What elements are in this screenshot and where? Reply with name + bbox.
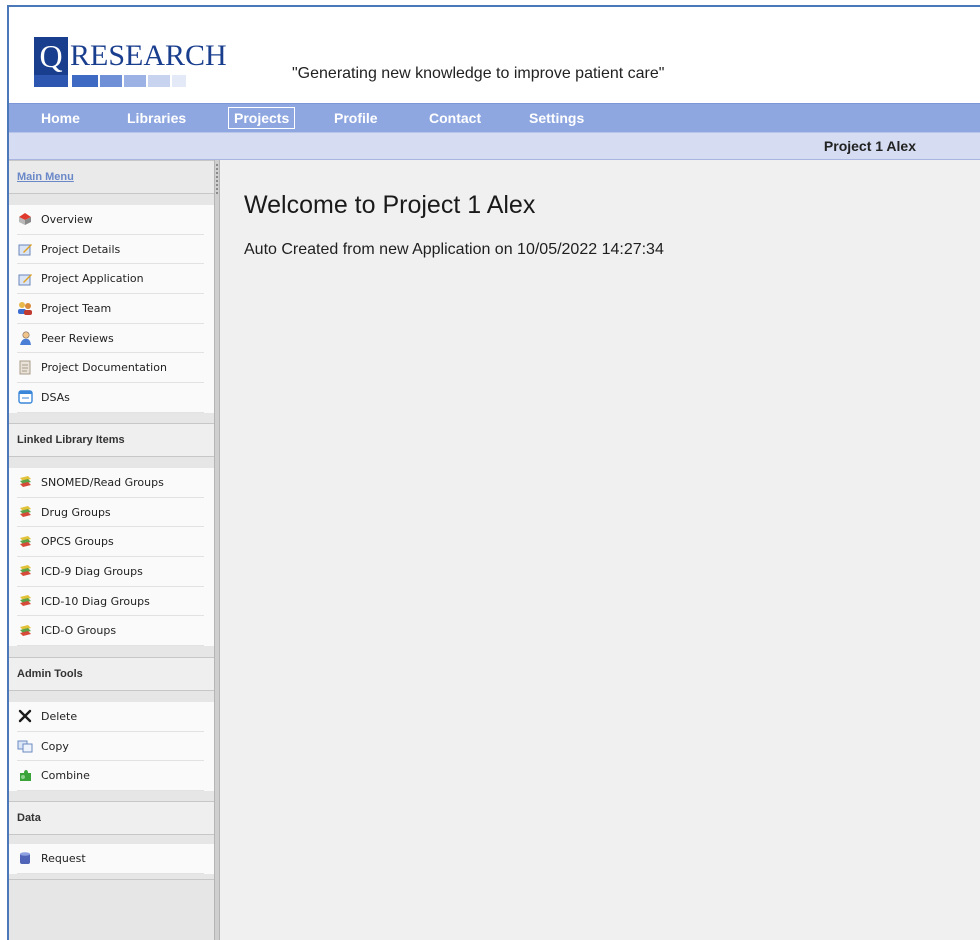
stack-icon (17, 594, 33, 608)
sidebar-item-project-details[interactable]: Project Details (17, 235, 204, 265)
sidebar-item-icdo-groups[interactable]: ICD-O Groups (17, 616, 204, 647)
sidebar-item-combine[interactable]: Combine (17, 761, 204, 792)
tagline: "Generating new knowledge to improve pat… (292, 65, 665, 82)
linked-library-header: Linked Library Items (9, 423, 214, 457)
data-header: Data (9, 801, 214, 835)
nav-settings[interactable]: Settings (529, 107, 584, 129)
top-nav: Home Libraries Projects Profile Contact … (9, 103, 980, 132)
logo-bar-segment (100, 75, 122, 87)
sidebar-item-peer-reviews[interactable]: Peer Reviews (17, 324, 204, 354)
sidebar-item-request[interactable]: Request (17, 844, 204, 874)
sidebar-item-copy[interactable]: Copy (17, 732, 204, 762)
sidebar-item-label: ICD-10 Diag Groups (41, 594, 150, 608)
main-content: Welcome to Project 1 Alex Auto Created f… (220, 160, 980, 940)
stack-icon (17, 475, 33, 489)
sidebar-item-label: Copy (41, 739, 69, 753)
sidebar-item-project-documentation[interactable]: Project Documentation (17, 353, 204, 384)
sidebar-item-label: Request (41, 851, 86, 865)
nav-projects[interactable]: Projects (228, 107, 296, 129)
sidebar-divider (9, 879, 214, 880)
sidebar-item-label: ICD-9 Diag Groups (41, 564, 143, 578)
sidebar-item-delete[interactable]: Delete (17, 702, 204, 732)
sidebar-item-dsas[interactable]: DSAs (17, 383, 204, 413)
window-icon (17, 390, 33, 405)
nav-home[interactable]: Home (41, 107, 80, 129)
sidebar-item-label: Project Team (41, 301, 112, 315)
sidebar: Main Menu Overview Project Details Proje… (9, 160, 218, 940)
admin-tools-header: Admin Tools (9, 657, 214, 691)
sidebar-item-overview[interactable]: Overview (17, 205, 204, 235)
project-bar: Project 1 Alex (9, 132, 980, 160)
sidebar-item-drug-groups[interactable]: Drug Groups (17, 498, 204, 528)
sidebar-item-label: Overview (41, 212, 93, 226)
admin-tools-list: Delete Copy Combine (9, 702, 214, 792)
sidebar-item-label: SNOMED/Read Groups (41, 475, 164, 489)
current-project-name: Project 1 Alex (823, 138, 916, 154)
grip-icon (216, 164, 218, 194)
logo-letter: Q (34, 37, 68, 75)
sidebar-item-label: Peer Reviews (41, 331, 114, 345)
logo-text: RESEARCH (70, 39, 227, 72)
sidebar-item-icd10-groups[interactable]: ICD-10 Diag Groups (17, 587, 204, 617)
app-frame: Q RESEARCH "Generating new knowledge to … (7, 5, 980, 940)
delete-x-icon (17, 709, 33, 723)
sidebar-item-icd9-groups[interactable]: ICD-9 Diag Groups (17, 557, 204, 587)
stack-icon (17, 535, 33, 549)
sidebar-item-label: Project Application (41, 272, 144, 286)
document-icon (17, 360, 33, 375)
sidebar-item-opcs-groups[interactable]: OPCS Groups (17, 527, 204, 558)
logo-bar-segment (124, 75, 146, 87)
sidebar-item-label: Project Details (41, 242, 121, 256)
data-list: Request (9, 844, 214, 874)
page-description: Auto Created from new Application on 10/… (244, 241, 664, 258)
sidebar-item-label: Delete (41, 709, 78, 723)
sidebar-item-project-team[interactable]: Project Team (17, 294, 204, 324)
logo-bar-segment (72, 75, 98, 87)
stack-icon (17, 624, 33, 638)
logo-bar-segment (172, 75, 186, 87)
edit-pencil-icon (17, 242, 33, 256)
sidebar-item-project-application[interactable]: Project Application (17, 264, 204, 295)
team-icon (17, 301, 33, 316)
linked-library-list: SNOMED/Read Groups Drug Groups OPCS Grou… (9, 468, 214, 647)
nav-libraries[interactable]: Libraries (127, 107, 186, 129)
sidebar-item-label: DSAs (41, 390, 70, 404)
nav-contact[interactable]: Contact (429, 107, 481, 129)
header: Q RESEARCH "Generating new knowledge to … (9, 7, 980, 97)
page-title: Welcome to Project 1 Alex (244, 191, 536, 219)
logo-bar-segment (34, 75, 68, 87)
copy-icon (17, 739, 33, 753)
sidebar-item-label: ICD-O Groups (41, 624, 117, 638)
sidebar-item-label: OPCS Groups (41, 535, 114, 549)
logo-bar-segment (148, 75, 170, 87)
main-menu-list: Overview Project Details Project Applica… (9, 205, 214, 413)
stack-icon (17, 564, 33, 578)
puzzle-icon (17, 769, 33, 783)
sidebar-item-label: Combine (41, 769, 90, 783)
sidebar-item-label: Drug Groups (41, 505, 111, 519)
main-menu-header[interactable]: Main Menu (9, 160, 214, 194)
edit-pencil-icon (17, 272, 33, 286)
overview-icon (17, 212, 33, 226)
nav-profile[interactable]: Profile (334, 107, 378, 129)
database-icon (17, 851, 33, 865)
qresearch-logo[interactable]: Q RESEARCH (34, 37, 249, 89)
sidebar-item-label: Project Documentation (41, 361, 167, 375)
stack-icon (17, 505, 33, 519)
sidebar-item-snomed-groups[interactable]: SNOMED/Read Groups (17, 468, 204, 498)
reviewer-icon (17, 331, 33, 345)
